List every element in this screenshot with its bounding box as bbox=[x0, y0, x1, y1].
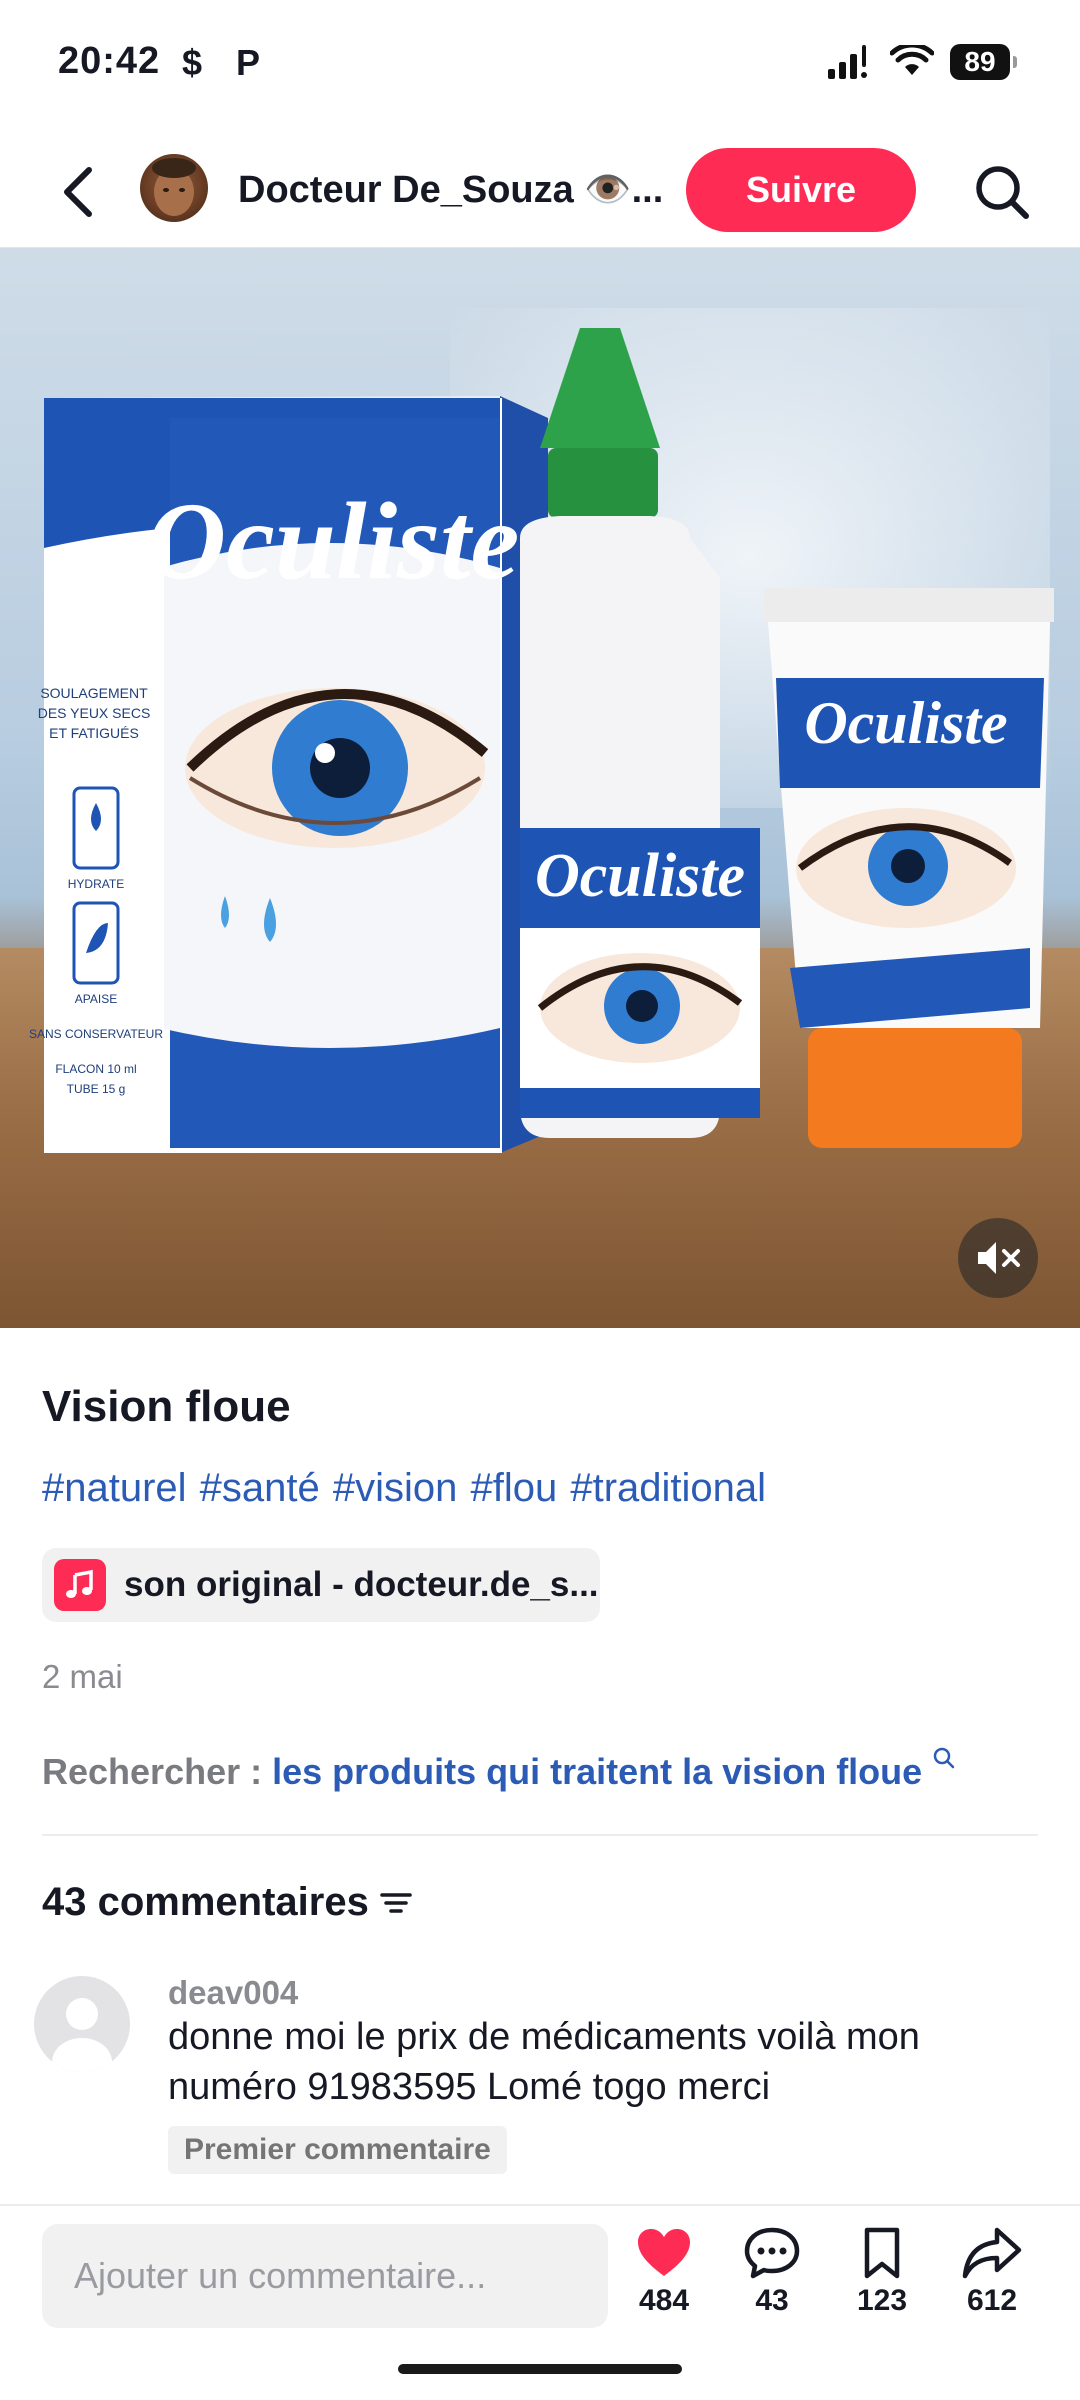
status-time: 20:42 bbox=[58, 40, 161, 82]
product-box: Oculiste SOULAGEMENT DES YEUX SECS ET FA… bbox=[29, 396, 548, 1153]
comment-input[interactable] bbox=[42, 2224, 608, 2328]
home-indicator[interactable] bbox=[398, 2364, 682, 2374]
battery-indicator: 89 bbox=[950, 44, 1017, 80]
comment-text: donne moi le prix de médicaments voilà m… bbox=[168, 2016, 920, 2108]
svg-text:APAISE: APAISE bbox=[75, 992, 117, 1006]
comments-count: 43 commentaires bbox=[42, 1880, 369, 1924]
svg-text:TUBE 15 g: TUBE 15 g bbox=[67, 1082, 126, 1096]
svg-text:FLACON 10 ml: FLACON 10 ml bbox=[55, 1062, 136, 1076]
music-note-icon bbox=[54, 1559, 106, 1611]
tube-brand-label: Oculiste bbox=[804, 690, 1007, 756]
wifi-icon bbox=[890, 45, 934, 75]
related-search-query[interactable]: les produits qui traitent la vision flou… bbox=[272, 1751, 922, 1792]
save-count: 123 bbox=[856, 2284, 908, 2317]
share-button[interactable]: 612 bbox=[942, 2226, 1042, 2318]
speaker-muted-icon bbox=[978, 1242, 1020, 1274]
commenter-avatar[interactable] bbox=[34, 1976, 130, 2072]
save-button[interactable]: 123 bbox=[832, 2226, 932, 2318]
sort-filter-icon[interactable] bbox=[379, 1889, 413, 1917]
mute-button[interactable] bbox=[958, 1218, 1038, 1298]
post-image[interactable]: Oculiste SOULAGEMENT DES YEUX SECS ET FA… bbox=[0, 248, 1080, 1328]
svg-text:SOULAGEMENT: SOULAGEMENT bbox=[40, 685, 148, 701]
p-app-icon: P bbox=[236, 42, 261, 83]
comment-bubble-icon bbox=[744, 2227, 800, 2279]
search-button[interactable] bbox=[970, 160, 1034, 224]
top-nav: Docteur De_Souza 👁️... Suivre bbox=[0, 140, 1080, 248]
chevron-left-icon bbox=[64, 167, 92, 217]
svg-text:ET FATIGUÉS: ET FATIGUÉS bbox=[49, 725, 139, 741]
share-count: 612 bbox=[966, 2284, 1018, 2317]
sound-chip[interactable]: son original - docteur.de_s... bbox=[42, 1548, 600, 1622]
follow-button[interactable]: Suivre bbox=[686, 148, 916, 232]
svg-text:SANS CONSERVATEUR: SANS CONSERVATEUR bbox=[29, 1027, 163, 1041]
product-photo: Oculiste SOULAGEMENT DES YEUX SECS ET FA… bbox=[29, 328, 1054, 1153]
first-comment-badge: Premier commentaire bbox=[168, 2126, 507, 2174]
commenter-username[interactable]: deav004 bbox=[168, 1974, 298, 2012]
sound-label: son original - docteur.de_s... bbox=[124, 1565, 599, 1604]
box-brand-label: Oculiste bbox=[147, 480, 520, 602]
comment-button[interactable]: 43 bbox=[722, 2226, 822, 2318]
like-count: 484 bbox=[638, 2284, 690, 2317]
heart-icon bbox=[638, 2229, 690, 2276]
status-bar: 20:42 $ P 89 bbox=[0, 0, 1080, 130]
search-icon bbox=[976, 166, 1029, 219]
comments-header: 43 commentaires bbox=[42, 1880, 413, 1925]
svg-text:HYDRATE: HYDRATE bbox=[68, 877, 124, 891]
account-avatar[interactable] bbox=[140, 154, 208, 222]
bottle-brand-label: Oculiste bbox=[535, 842, 745, 910]
like-button[interactable]: 484 bbox=[614, 2226, 714, 2318]
back-button[interactable] bbox=[48, 162, 108, 222]
divider bbox=[42, 1834, 1038, 1836]
related-search-prefix: Rechercher : bbox=[42, 1751, 273, 1792]
product-bottle: Oculiste bbox=[520, 328, 760, 1138]
bookmark-icon bbox=[864, 2227, 900, 2279]
comment-count: 43 bbox=[755, 2284, 789, 2317]
signal-icon bbox=[828, 45, 867, 79]
product-tube: Oculiste bbox=[764, 588, 1054, 1148]
post-date: 2 mai bbox=[42, 1658, 123, 1695]
dollar-app-icon: $ bbox=[182, 42, 203, 83]
search-icon bbox=[933, 1747, 955, 1769]
svg-text:DES YEUX SECS: DES YEUX SECS bbox=[38, 705, 151, 721]
post-hashtags[interactable]: #naturel #santé #vision #flou #tradition… bbox=[42, 1466, 766, 1511]
account-name[interactable]: Docteur De_Souza 👁️... bbox=[238, 168, 668, 212]
post-title: Vision floue bbox=[42, 1382, 291, 1431]
share-arrow-icon bbox=[962, 2227, 1022, 2279]
related-search[interactable]: Rechercher : les produits qui traitent l… bbox=[42, 1746, 956, 1793]
